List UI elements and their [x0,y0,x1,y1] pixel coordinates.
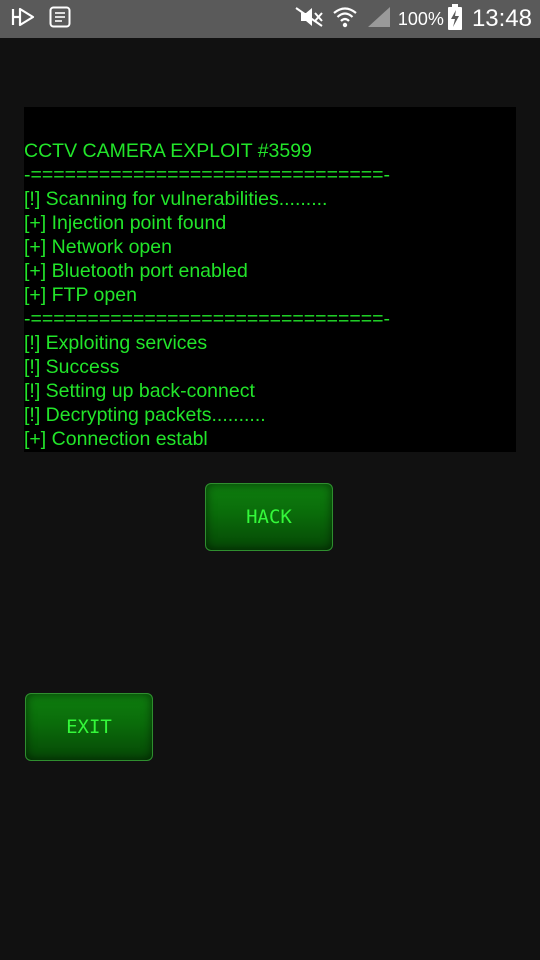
console-line: [+] Bluetooth port enabled [24,260,248,282]
battery-charging-icon [447,3,462,35]
hack-button[interactable]: HACK [205,483,333,551]
signal-icon [366,5,392,34]
console-line: [!] Setting up back-connect [24,380,255,402]
console-log: CCTV CAMERA EXPLOIT #3599 -=============… [24,139,390,451]
status-bar: 100% 13:48 [0,0,540,38]
status-bar-left [10,5,72,34]
console-line: [!] Exploiting services [24,332,208,354]
console-line: [+] Injection point found [24,212,227,234]
console-separator: -===============================- [24,308,391,330]
console-line: [+] FTP open [24,284,137,306]
wifi-icon [332,5,358,34]
clock: 13:48 [471,5,532,32]
battery-percent: 100% [397,8,444,29]
console-line: [+] Network open [24,236,172,258]
screenshot-icon [48,5,72,34]
console-line: [!] Success [24,356,120,378]
console-separator: -===============================- [24,164,391,186]
console-title: CCTV CAMERA EXPLOIT #3599 [24,140,312,162]
mute-icon [292,4,326,35]
console-line: [+] Connection establ [24,428,208,450]
console-line: [!] Scanning for vulnerabilities........… [24,188,328,210]
exit-button-label: EXIT [66,716,112,738]
console-line: [!] Decrypting packets.......... [24,404,266,426]
hack-button-label: HACK [246,506,292,528]
notification-arrow-icon [10,6,36,33]
app-screen: CCTV CAMERA EXPLOIT #3599 -=============… [0,38,540,960]
terminal-console: CCTV CAMERA EXPLOIT #3599 -=============… [24,107,516,452]
status-bar-right: 100% 13:48 [292,3,532,35]
exit-button[interactable]: EXIT [25,693,153,761]
